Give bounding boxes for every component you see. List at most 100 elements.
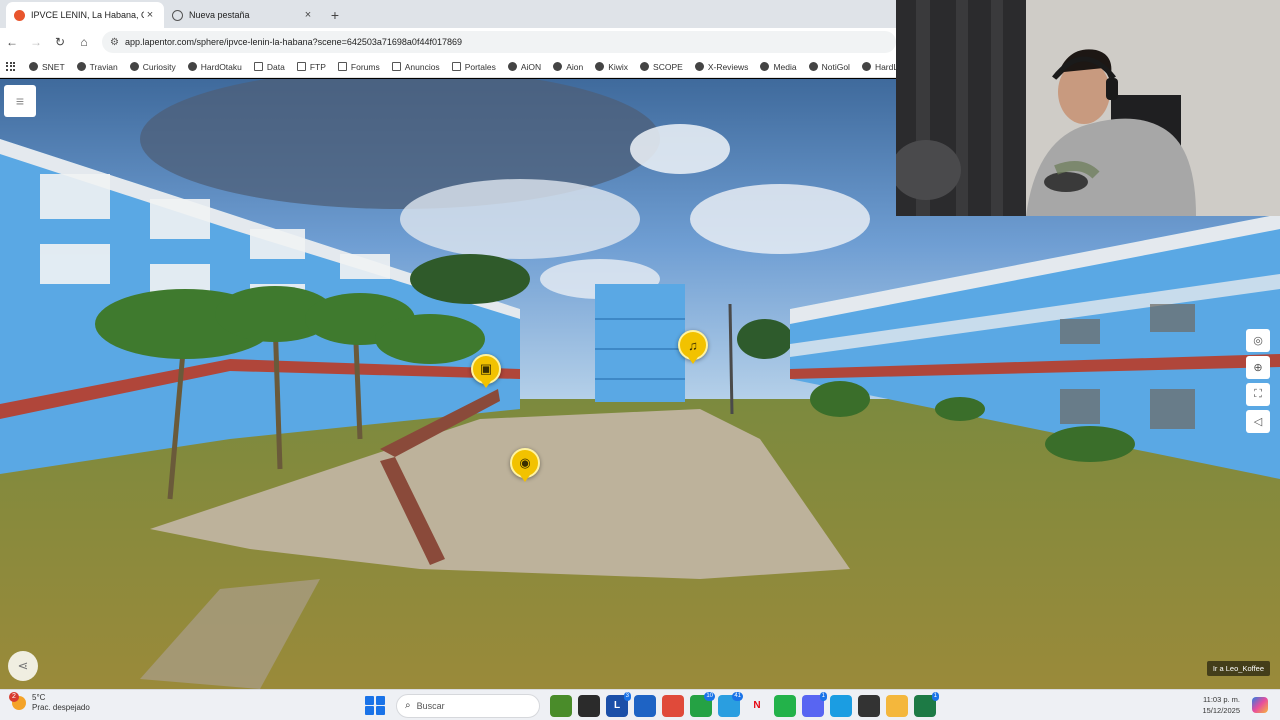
app-badge: 1: [931, 691, 939, 701]
telegram-app-icon[interactable]: 41: [718, 691, 743, 717]
bookmark-notigol[interactable]: NotiGol: [808, 61, 850, 72]
image-hotspot[interactable]: ▣: [471, 354, 501, 388]
bookmark-label: NotiGol: [821, 61, 850, 72]
forward-button[interactable]: →: [24, 30, 48, 54]
folder-icon: [451, 62, 461, 71]
bookmark-label: Portales: [464, 61, 496, 72]
l-app-icon[interactable]: L3: [606, 691, 631, 717]
tab-title: Nueva pestaña: [189, 10, 250, 20]
app-badge: 41: [732, 691, 743, 701]
audio-hotspot[interactable]: ♫: [678, 330, 708, 364]
weather-badge: 2: [9, 692, 19, 702]
copilot-icon[interactable]: [1252, 697, 1268, 713]
bookmark-label: SNET: [42, 61, 65, 72]
discord-app-icon[interactable]: 1: [802, 691, 827, 717]
share-button[interactable]: ⋖: [8, 651, 38, 681]
bookmark-media[interactable]: Media: [760, 61, 797, 72]
bookmarks-bar: SNET Travian Curiosity HardOtaku Data FTP Foru…: [0, 56, 896, 78]
bookmark-label: Aion: [566, 61, 584, 72]
home-icon: ⌂: [80, 35, 88, 49]
terminal-app-icon[interactable]: [578, 694, 600, 717]
tab-ipvce-lenin[interactable]: IPVCE LENIN, La Habana, Cuba ×: [6, 2, 164, 28]
tab-nueva-pestana[interactable]: Nueva pestaña ×: [164, 2, 322, 28]
bookmark-label: SCOPE: [653, 61, 683, 72]
clock-date: 15/12/2025: [1202, 706, 1240, 715]
edge-app-icon[interactable]: [830, 694, 852, 717]
arrow-left-icon: ←: [6, 35, 18, 49]
bookmark-scope[interactable]: SCOPE: [640, 62, 683, 72]
game-app-icon[interactable]: [858, 694, 880, 717]
screen: IPVCE LENIN, La Habana, Cuba × Nueva pes…: [0, 0, 1280, 720]
explorer-app-icon[interactable]: [886, 694, 908, 717]
info-hotspot[interactable]: ◉: [510, 448, 540, 482]
url-text: app.lapentor.com/sphere/ipvce-lenin-la-h…: [124, 37, 462, 47]
site-info-icon[interactable]: ⚙: [110, 37, 119, 48]
bookmark-snet[interactable]: SNET: [29, 62, 65, 72]
chrome-app-icon[interactable]: [662, 694, 684, 717]
folder-icon: [253, 62, 263, 71]
globe-icon: [187, 62, 197, 71]
fullscreen-icon: ⛶: [1254, 388, 1262, 400]
app-badge: 3: [623, 691, 631, 701]
globe-icon: [640, 62, 650, 71]
new-tab-button[interactable]: +: [322, 2, 348, 28]
chat-bubble-icon: ◉: [519, 455, 531, 470]
bookmark-ftp[interactable]: FTP: [296, 61, 326, 72]
reload-button[interactable]: ↻: [48, 30, 72, 54]
back-button[interactable]: ←: [0, 30, 24, 54]
autorotate-button[interactable]: ⊕: [1246, 356, 1270, 379]
bookmark-portales[interactable]: Portales: [451, 61, 496, 72]
home-button[interactable]: ⌂: [72, 30, 96, 54]
sound-button[interactable]: ◁: [1246, 410, 1270, 433]
browser-toolbar: ← → ↻ ⌂ ⚙ app.lapentor.com/sphere/ipvce-…: [0, 28, 896, 56]
globe-icon: [694, 62, 704, 71]
image-icon: ▣: [479, 361, 493, 376]
gyroscope-button[interactable]: ◎: [1246, 329, 1270, 352]
webcam-image: [896, 0, 1280, 216]
bookmark-forums[interactable]: Forums: [337, 62, 380, 72]
bookmark-hardotaku[interactable]: HardOtaku: [187, 62, 242, 72]
search-placeholder: Buscar: [416, 700, 445, 711]
reload-icon: ↻: [54, 35, 66, 49]
bookmark-travian[interactable]: Travian: [76, 62, 118, 72]
system-clock[interactable]: 11:03 p. m. 15/12/2025: [1202, 694, 1240, 716]
weather-sun-icon: 2: [9, 692, 26, 710]
excel-app-icon[interactable]: 1: [914, 691, 939, 717]
bookmark-label: X-Reviews: [707, 61, 749, 72]
target-icon: ⊕: [1253, 362, 1263, 374]
weather-widget[interactable]: 2 5°C Prac. despejado: [9, 692, 90, 713]
taskbar-search[interactable]: ⌕ Buscar: [396, 693, 540, 718]
bookmark-label: Anuncios: [404, 61, 440, 72]
bookmark-label: HardLin: [874, 61, 896, 72]
close-tab-icon[interactable]: ×: [144, 9, 156, 21]
bookmark-label: Data: [266, 61, 285, 72]
bookmark-kiwix[interactable]: Kiwix: [595, 62, 628, 72]
menu-button[interactable]: ≡: [4, 85, 36, 117]
close-tab-icon[interactable]: ×: [302, 9, 314, 21]
bookmark-data[interactable]: Data: [253, 61, 285, 72]
app-badge: 1: [819, 691, 827, 701]
bookmark-hardlin[interactable]: HardLin: [861, 61, 896, 72]
calendar-app-icon[interactable]: [634, 694, 656, 717]
lapentor-icon: [14, 9, 25, 21]
bookmark-aion[interactable]: AiON: [507, 62, 541, 72]
apps-grid-icon[interactable]: [6, 61, 15, 72]
next-scene-label[interactable]: Ir a Leo_Koffee: [1206, 661, 1270, 676]
bookmark-label: Media: [773, 61, 797, 72]
bookmark-curiosity[interactable]: Curiosity: [129, 62, 176, 72]
tree-app-icon[interactable]: [550, 694, 572, 717]
fullscreen-button[interactable]: ⛶: [1246, 383, 1270, 406]
tab-strip: IPVCE LENIN, La Habana, Cuba × Nueva pes…: [0, 0, 896, 28]
music-note-icon: ♫: [688, 337, 698, 353]
netflix-app-icon[interactable]: N: [746, 694, 768, 717]
alien-app-icon[interactable]: [774, 694, 796, 717]
bookmark-label: FTP: [309, 61, 326, 72]
whatsapp-app-icon[interactable]: 10: [690, 691, 715, 717]
start-button[interactable]: [364, 695, 386, 717]
bookmark-x-reviews[interactable]: X-Reviews: [694, 61, 749, 72]
share-icon: ⋖: [17, 658, 29, 673]
address-bar[interactable]: ⚙ app.lapentor.com/sphere/ipvce-lenin-la…: [102, 31, 896, 53]
bookmark-anuncios[interactable]: Anuncios: [391, 61, 440, 72]
bookmark-aion[interactable]: Aion: [553, 62, 583, 72]
gyroscope-icon: ◎: [1253, 335, 1263, 347]
